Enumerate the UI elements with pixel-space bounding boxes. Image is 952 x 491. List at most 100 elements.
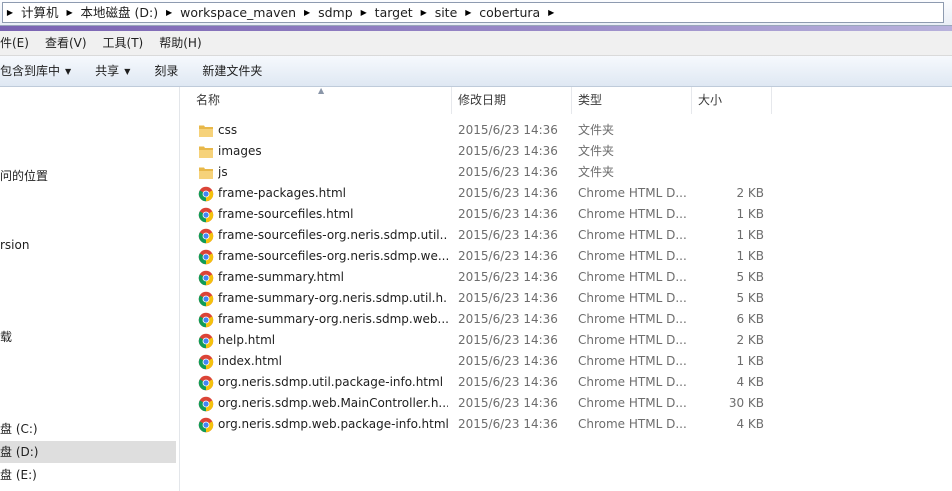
file-name-cell[interactable]: images: [198, 141, 448, 162]
file-name-cell[interactable]: org.neris.sdmp.web.MainController.h...: [198, 393, 448, 414]
file-type: Chrome HTML D...: [578, 354, 687, 368]
nav-item-subversion[interactable]: rsion: [0, 234, 29, 256]
file-name-cell[interactable]: frame-sourcefiles-org.neris.sdmp.util...…: [198, 225, 448, 246]
file-date: 2015/6/23 14:36: [458, 396, 558, 410]
file-name: frame-summary-org.neris.sdmp.util.h...: [218, 291, 448, 305]
file-date: 2015/6/23 14:36: [458, 270, 558, 284]
file-name: images: [218, 144, 262, 158]
file-name-cell[interactable]: frame-sourcefiles-org.neris.sdmp.we...: [198, 246, 448, 267]
chevron-right-icon[interactable]: ▶: [162, 3, 176, 22]
chrome-icon: [198, 396, 218, 412]
chrome-icon: [198, 291, 218, 307]
file-row[interactable]: images 2015/6/23 14:36 文件夹: [180, 141, 780, 162]
folder-icon: [198, 165, 218, 181]
breadcrumb-target[interactable]: target: [371, 3, 417, 22]
column-date-modified[interactable]: 修改日期: [452, 87, 572, 114]
file-name-cell[interactable]: js: [198, 162, 448, 183]
column-name[interactable]: 名称: [190, 87, 452, 114]
file-name: frame-packages.html: [218, 186, 346, 200]
file-name-cell[interactable]: frame-summary-org.neris.sdmp.util.h...: [198, 288, 448, 309]
breadcrumb-cobertura[interactable]: cobertura: [475, 3, 544, 22]
file-name: frame-summary-org.neris.sdmp.web....: [218, 312, 448, 326]
file-row[interactable]: frame-sourcefiles-org.neris.sdmp.we... 20…: [180, 246, 780, 267]
breadcrumb-computer[interactable]: 计算机: [17, 3, 63, 22]
chrome-icon: [198, 270, 218, 286]
breadcrumb-drive-d[interactable]: 本地磁盘 (D:): [77, 3, 163, 22]
burn-button[interactable]: 刻录: [142, 56, 190, 86]
breadcrumb[interactable]: ▶ 计算机 ▶ 本地磁盘 (D:) ▶ workspace_maven ▶ sd…: [2, 2, 944, 23]
breadcrumb-workspace-maven[interactable]: workspace_maven: [176, 3, 300, 22]
nav-item-drive-c[interactable]: 盘 (C:): [0, 418, 38, 440]
file-type: Chrome HTML D...: [578, 333, 687, 347]
file-size: 1 KB: [736, 207, 764, 221]
menu-help[interactable]: 帮助(H): [151, 31, 209, 55]
chevron-right-icon[interactable]: ▶: [63, 3, 77, 22]
chrome-icon: [198, 333, 218, 349]
file-row[interactable]: css 2015/6/23 14:36 文件夹: [180, 120, 780, 141]
file-type: Chrome HTML D...: [578, 270, 687, 284]
navigation-pane: 问的位置 rsion 载 盘 (C:) 盘 (D:) 盘 (E:): [0, 87, 180, 491]
chevron-right-icon[interactable]: ▶: [461, 3, 475, 22]
file-row[interactable]: js 2015/6/23 14:36 文件夹: [180, 162, 780, 183]
file-name-cell[interactable]: frame-sourcefiles.html: [198, 204, 448, 225]
breadcrumb-sdmp[interactable]: sdmp: [314, 3, 357, 22]
chevron-right-icon[interactable]: ▶: [417, 3, 431, 22]
file-name-cell[interactable]: org.neris.sdmp.web.package-info.html: [198, 414, 448, 435]
file-row[interactable]: org.neris.sdmp.web.package-info.html 2015…: [180, 414, 780, 435]
chrome-icon: [198, 417, 218, 433]
file-row[interactable]: frame-sourcefiles-org.neris.sdmp.util...…: [180, 225, 780, 246]
file-name-cell[interactable]: css: [198, 120, 448, 141]
file-type: Chrome HTML D...: [578, 417, 687, 431]
menu-bar: 件(E) 查看(V) 工具(T) 帮助(H): [0, 31, 952, 56]
chevron-right-icon[interactable]: ▶: [544, 3, 558, 22]
column-size[interactable]: 大小: [692, 87, 772, 114]
chrome-icon: [198, 249, 218, 265]
file-name: frame-sourcefiles-org.neris.sdmp.we...: [218, 249, 448, 263]
file-name: org.neris.sdmp.util.package-info.html: [218, 375, 444, 389]
file-name-cell[interactable]: index.html: [198, 351, 448, 372]
file-name-cell[interactable]: frame-packages.html: [198, 183, 448, 204]
file-row[interactable]: frame-sourcefiles.html 2015/6/23 14:36 Chr…: [180, 204, 780, 225]
file-name-cell[interactable]: org.neris.sdmp.util.package-info.html: [198, 372, 448, 393]
nav-item-drive-e[interactable]: 盘 (E:): [0, 464, 37, 486]
nav-item-drive-d[interactable]: 盘 (D:): [0, 441, 176, 463]
file-row[interactable]: help.html 2015/6/23 14:36 Chrome HTML D...…: [180, 330, 780, 351]
menu-view[interactable]: 查看(V): [37, 31, 95, 55]
chevron-right-icon[interactable]: ▶: [357, 3, 371, 22]
file-size: 1 KB: [736, 228, 764, 242]
file-row[interactable]: frame-summary.html 2015/6/23 14:36 Chrome …: [180, 267, 780, 288]
file-date: 2015/6/23 14:36: [458, 417, 558, 431]
file-size: 1 KB: [736, 249, 764, 263]
file-type: Chrome HTML D...: [578, 312, 687, 326]
file-row[interactable]: org.neris.sdmp.web.MainController.h... 20…: [180, 393, 780, 414]
file-name: frame-sourcefiles.html: [218, 207, 354, 221]
file-row[interactable]: frame-packages.html 2015/6/23 14:36 Chrome…: [180, 183, 780, 204]
file-size: 30 KB: [728, 396, 764, 410]
breadcrumb-expand-icon[interactable]: ▶: [3, 3, 17, 22]
chevron-right-icon[interactable]: ▶: [300, 3, 314, 22]
file-type: Chrome HTML D...: [578, 186, 687, 200]
file-name-cell[interactable]: frame-summary.html: [198, 267, 448, 288]
new-folder-button[interactable]: 新建文件夹: [190, 56, 274, 86]
column-type[interactable]: 类型: [572, 87, 692, 114]
include-in-library-button[interactable]: 包含到库中 ▼: [0, 56, 83, 86]
file-row[interactable]: org.neris.sdmp.util.package-info.html 201…: [180, 372, 780, 393]
file-row[interactable]: frame-summary-org.neris.sdmp.util.h... 20…: [180, 288, 780, 309]
file-name-cell[interactable]: help.html: [198, 330, 448, 351]
file-date: 2015/6/23 14:36: [458, 375, 558, 389]
file-size: 2 KB: [736, 186, 764, 200]
file-type: Chrome HTML D...: [578, 291, 687, 305]
file-date: 2015/6/23 14:36: [458, 354, 558, 368]
menu-edit[interactable]: 件(E): [0, 31, 37, 55]
file-row[interactable]: frame-summary-org.neris.sdmp.web.... 2015…: [180, 309, 780, 330]
breadcrumb-site[interactable]: site: [431, 3, 462, 22]
file-date: 2015/6/23 14:36: [458, 123, 558, 137]
file-name-cell[interactable]: frame-summary-org.neris.sdmp.web....: [198, 309, 448, 330]
nav-item-recent-places[interactable]: 问的位置: [0, 165, 48, 187]
file-type: Chrome HTML D...: [578, 396, 687, 410]
file-row[interactable]: index.html 2015/6/23 14:36 Chrome HTML D..…: [180, 351, 780, 372]
share-button[interactable]: 共享 ▼: [83, 56, 142, 86]
file-size: [692, 162, 764, 183]
menu-tools[interactable]: 工具(T): [95, 31, 152, 55]
nav-item-downloads[interactable]: 载: [0, 326, 12, 348]
